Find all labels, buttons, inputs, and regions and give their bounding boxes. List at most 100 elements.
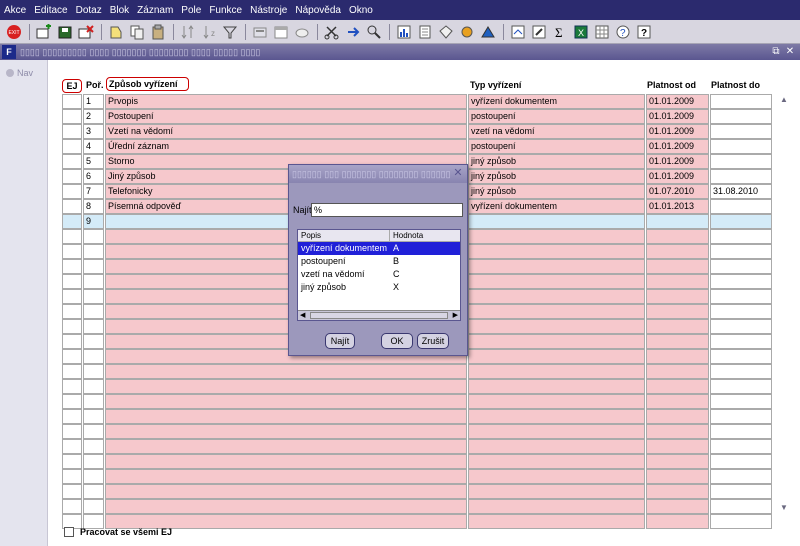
typ-cell[interactable] xyxy=(468,514,645,529)
poradi-cell[interactable] xyxy=(83,394,104,409)
zpusob-cell[interactable] xyxy=(105,484,467,499)
cut-icon[interactable] xyxy=(322,23,341,41)
ej-cell[interactable] xyxy=(62,319,82,334)
poradi-cell[interactable] xyxy=(83,379,104,394)
zpusob-cell[interactable]: Postoupení xyxy=(105,109,467,124)
platnost-do-cell[interactable] xyxy=(710,514,772,529)
poradi-cell[interactable] xyxy=(83,409,104,424)
form-icon[interactable] xyxy=(508,23,527,41)
context-help-icon[interactable]: ? xyxy=(634,23,653,41)
platnost-od-cell[interactable] xyxy=(646,289,709,304)
platnost-do-cell[interactable] xyxy=(710,394,772,409)
platnost-od-cell[interactable] xyxy=(646,244,709,259)
poradi-cell[interactable]: 9 xyxy=(83,214,104,229)
platnost-od-cell[interactable] xyxy=(646,484,709,499)
platnost-od-cell[interactable] xyxy=(646,274,709,289)
platnost-od-cell[interactable] xyxy=(646,469,709,484)
lov-item[interactable]: vyřízení dokumentem A xyxy=(298,242,460,255)
zpusob-cell[interactable] xyxy=(105,379,467,394)
typ-cell[interactable] xyxy=(468,214,645,229)
menu-dotaz[interactable]: Dotaz xyxy=(76,5,102,16)
menu-nastroje[interactable]: Nástroje xyxy=(250,5,287,16)
zpusob-cell[interactable] xyxy=(105,394,467,409)
platnost-od-cell[interactable] xyxy=(646,379,709,394)
ej-cell[interactable] xyxy=(62,154,82,169)
typ-cell[interactable] xyxy=(468,394,645,409)
copy-icon[interactable] xyxy=(127,23,146,41)
find-icon[interactable] xyxy=(343,23,362,41)
paste-icon[interactable] xyxy=(148,23,167,41)
ej-cell[interactable] xyxy=(62,139,82,154)
ej-cell[interactable] xyxy=(62,409,82,424)
ej-cell[interactable] xyxy=(62,349,82,364)
scroll-down-icon[interactable]: ▼ xyxy=(778,502,790,514)
ej-cell[interactable] xyxy=(62,394,82,409)
ej-cell[interactable] xyxy=(62,499,82,514)
typ-cell[interactable] xyxy=(468,259,645,274)
poradi-cell[interactable]: 4 xyxy=(83,139,104,154)
zpusob-cell[interactable] xyxy=(105,439,467,454)
ej-cell[interactable] xyxy=(62,454,82,469)
poradi-cell[interactable] xyxy=(83,334,104,349)
platnost-do-cell[interactable] xyxy=(710,229,772,244)
typ-cell[interactable] xyxy=(468,469,645,484)
platnost-do-cell[interactable] xyxy=(710,94,772,109)
platnost-do-cell[interactable] xyxy=(710,109,772,124)
poradi-cell[interactable] xyxy=(83,244,104,259)
platnost-od-cell[interactable] xyxy=(646,514,709,529)
find-button[interactable]: Najít xyxy=(325,333,355,349)
platnost-od-cell[interactable]: 01.01.2009 xyxy=(646,94,709,109)
poradi-cell[interactable]: 8 xyxy=(83,199,104,214)
all-ej-checkbox[interactable] xyxy=(64,527,74,537)
typ-cell[interactable] xyxy=(468,289,645,304)
save-icon[interactable] xyxy=(55,23,74,41)
ej-cell[interactable] xyxy=(62,94,82,109)
chart-icon[interactable] xyxy=(394,23,413,41)
platnost-od-cell[interactable] xyxy=(646,499,709,514)
zpusob-cell[interactable] xyxy=(105,364,467,379)
zpusob-cell[interactable] xyxy=(105,499,467,514)
typ-cell[interactable]: vzetí na vědomí xyxy=(468,124,645,139)
menu-editace[interactable]: Editace xyxy=(34,5,67,16)
poradi-cell[interactable] xyxy=(83,424,104,439)
ej-cell[interactable] xyxy=(62,289,82,304)
ej-cell[interactable] xyxy=(62,184,82,199)
platnost-od-cell[interactable] xyxy=(646,394,709,409)
delete-icon[interactable] xyxy=(76,23,95,41)
ej-cell[interactable] xyxy=(62,124,82,139)
platnost-do-cell[interactable] xyxy=(710,484,772,499)
poradi-cell[interactable] xyxy=(83,319,104,334)
poradi-cell[interactable]: 6 xyxy=(83,169,104,184)
typ-cell[interactable] xyxy=(468,319,645,334)
typ-cell[interactable] xyxy=(468,364,645,379)
lov-horizontal-scrollbar[interactable]: ◀ ▶ xyxy=(298,310,460,320)
platnost-od-cell[interactable]: 01.07.2010 xyxy=(646,184,709,199)
dialog-close-icon[interactable]: ✕ xyxy=(452,167,464,179)
typ-cell[interactable] xyxy=(468,499,645,514)
platnost-od-cell[interactable] xyxy=(646,259,709,274)
platnost-do-cell[interactable] xyxy=(710,364,772,379)
poradi-cell[interactable] xyxy=(83,484,104,499)
platnost-do-cell[interactable] xyxy=(710,304,772,319)
ej-cell[interactable] xyxy=(62,424,82,439)
ej-cell[interactable] xyxy=(62,334,82,349)
poradi-cell[interactable]: 5 xyxy=(83,154,104,169)
typ-cell[interactable] xyxy=(468,454,645,469)
typ-cell[interactable]: jiný způsob xyxy=(468,154,645,169)
platnost-od-cell[interactable] xyxy=(646,304,709,319)
poradi-cell[interactable] xyxy=(83,349,104,364)
platnost-do-cell[interactable] xyxy=(710,409,772,424)
typ-cell[interactable] xyxy=(468,349,645,364)
scroll-up-icon[interactable]: ▲ xyxy=(778,94,790,106)
typ-cell[interactable] xyxy=(468,274,645,289)
typ-cell[interactable] xyxy=(468,439,645,454)
grid-icon[interactable] xyxy=(592,23,611,41)
lov-header-popis[interactable]: Popis xyxy=(298,230,390,241)
zpusob-cell[interactable] xyxy=(105,454,467,469)
platnost-od-cell[interactable] xyxy=(646,409,709,424)
lov-item[interactable]: vzetí na vědomí C xyxy=(298,268,460,281)
platnost-do-cell[interactable] xyxy=(710,244,772,259)
poradi-cell[interactable] xyxy=(83,439,104,454)
lov-item[interactable]: jiný způsob X xyxy=(298,281,460,294)
typ-cell[interactable] xyxy=(468,334,645,349)
